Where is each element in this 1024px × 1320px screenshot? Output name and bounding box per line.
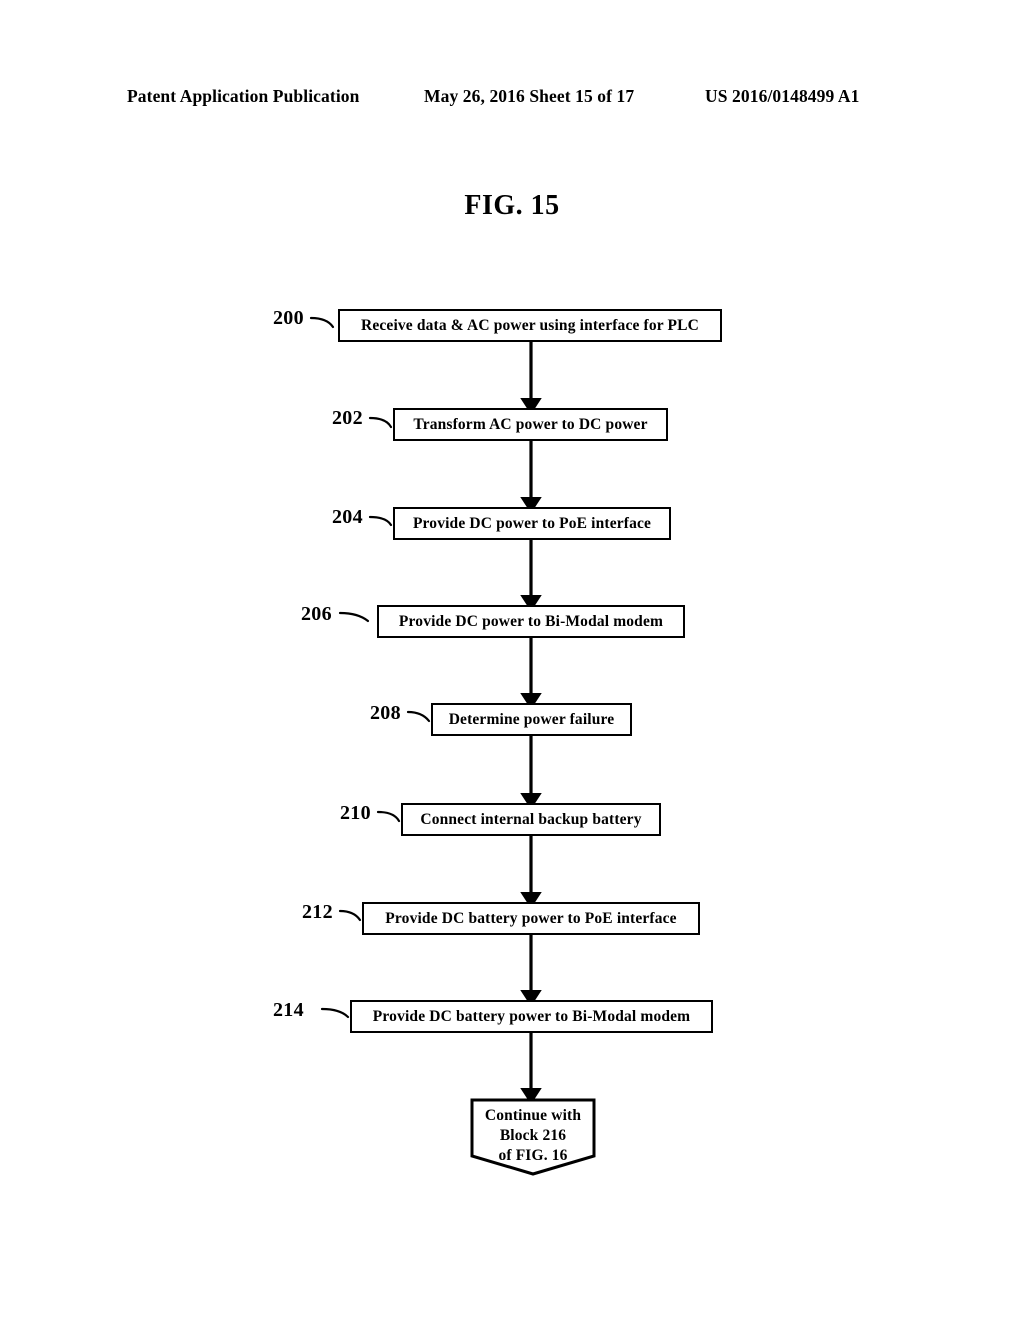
flow-node-212[interactable]: Provide DC battery power to PoE interfac… [362, 902, 700, 935]
leader-line-200 [309, 316, 335, 329]
leader-line-214 [320, 1007, 350, 1019]
terminal-text-block: Continue with Block 216 of FIG. 16 [470, 1106, 596, 1165]
leader-line-210 [376, 810, 401, 823]
terminal-line-1: Continue with [484, 1107, 582, 1124]
flowchart-diagram: 200 202 204 206 208 210 212 214 Receive … [0, 0, 1024, 1320]
flow-node-210[interactable]: Connect internal backup battery [401, 803, 661, 836]
leader-line-204 [368, 515, 393, 527]
reference-numeral-212: 212 [302, 901, 333, 923]
terminal-line-3: of FIG. 16 [498, 1146, 568, 1164]
reference-numeral-204: 204 [332, 506, 363, 528]
reference-numeral-208: 208 [370, 702, 401, 724]
flow-node-204[interactable]: Provide DC power to PoE interface [393, 507, 671, 540]
leader-line-206 [338, 611, 370, 623]
flow-node-214[interactable]: Provide DC battery power to Bi-Modal mod… [350, 1000, 713, 1033]
flow-terminal-continue[interactable]: Continue with Block 216 of FIG. 16 [470, 1098, 596, 1176]
reference-numeral-206: 206 [301, 603, 332, 625]
reference-numeral-202: 202 [332, 407, 363, 429]
flow-node-206[interactable]: Provide DC power to Bi-Modal modem [377, 605, 685, 638]
leader-line-202 [368, 416, 393, 429]
leader-line-212 [338, 909, 362, 922]
terminal-line-2: Block 216 [499, 1126, 567, 1144]
reference-numeral-210: 210 [340, 802, 371, 824]
flow-node-200[interactable]: Receive data & AC power using interface … [338, 309, 722, 342]
leader-line-208 [406, 710, 431, 723]
reference-numeral-200: 200 [273, 307, 304, 329]
reference-numeral-214: 214 [273, 999, 304, 1021]
flow-node-208[interactable]: Determine power failure [431, 703, 632, 736]
flow-node-202[interactable]: Transform AC power to DC power [393, 408, 668, 441]
